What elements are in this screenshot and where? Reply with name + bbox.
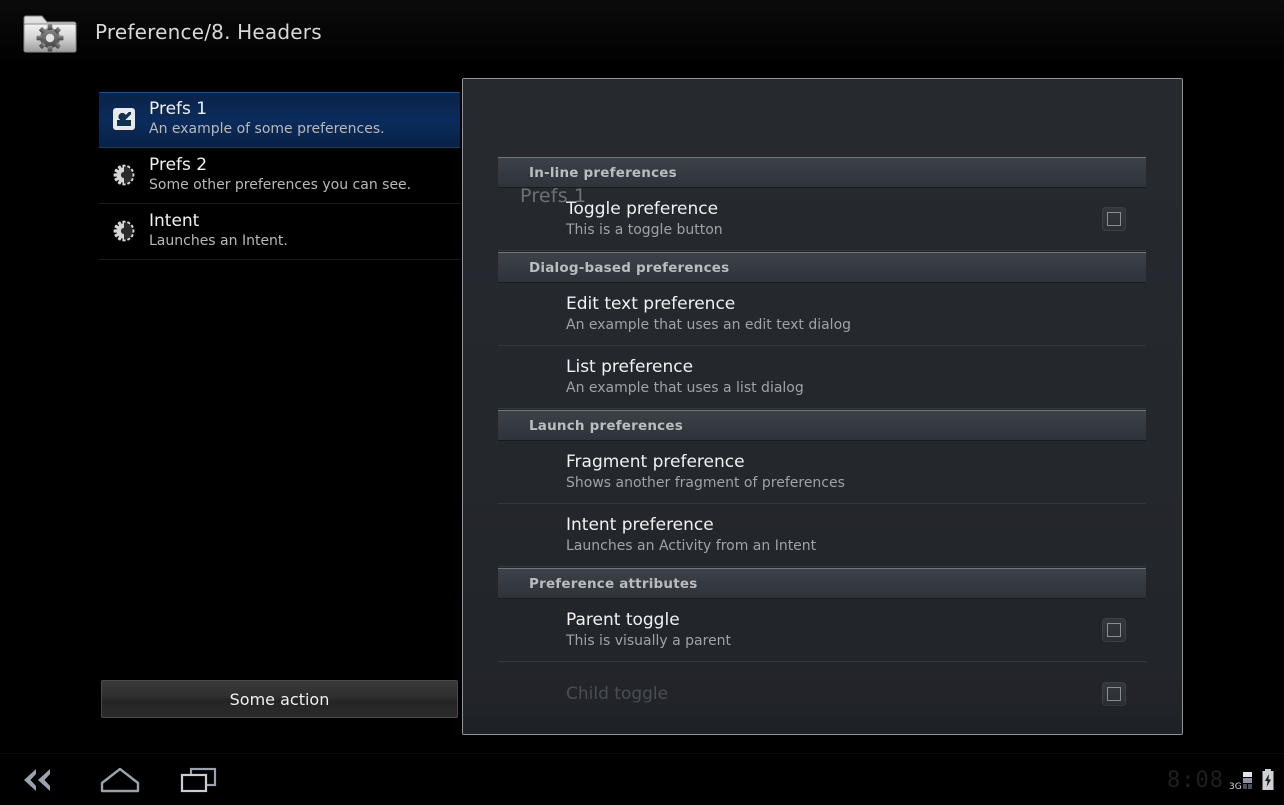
folder-gear-icon — [22, 8, 78, 56]
header-item-prefs-1[interactable]: Prefs 1 An example of some preferences. — [99, 92, 460, 148]
preference-section-header: In-line preferences — [498, 157, 1146, 188]
preference-row-text: List preference An example that uses a li… — [566, 356, 1126, 398]
preference-checkbox[interactable] — [1102, 681, 1126, 706]
header-item-text: Prefs 2 Some other preferences you can se… — [147, 155, 411, 195]
system-navigation-bar: 8:08 3G — [0, 753, 1284, 805]
action-bar: Preference/8. Headers — [0, 0, 1284, 64]
android-preferences-icon — [101, 99, 147, 139]
preference-row-text: Intent preference Launches an Activity fr… — [566, 514, 1126, 556]
preference-dialog: Prefs 1 In-line preferences Toggle prefer… — [462, 78, 1183, 735]
header-item-text: Prefs 1 An example of some preferences. — [147, 99, 385, 139]
header-item-summary: An example of some preferences. — [149, 121, 385, 137]
preference-row[interactable]: Intent preference Launches an Activity fr… — [498, 504, 1146, 567]
home-icon[interactable] — [92, 763, 148, 797]
dialog-body: Prefs 1 In-line preferences Toggle prefer… — [463, 79, 1182, 734]
status-clock: 8:08 — [1167, 767, 1224, 793]
checkbox-inner-square — [1107, 686, 1121, 701]
preference-list[interactable]: In-line preferences Toggle preference This… — [498, 156, 1146, 734]
preference-section-label: Preference attributes — [529, 575, 698, 592]
preference-row-title: List preference — [566, 357, 694, 377]
preference-row-text: Fragment preference Shows another fragmen… — [566, 451, 1126, 493]
some-action-button[interactable]: Some action — [101, 680, 458, 718]
header-item-text: Intent Launches an Intent. — [147, 211, 288, 251]
page-title: Preference/8. Headers — [95, 20, 322, 44]
preference-section-label: Dialog-based preferences — [529, 259, 730, 276]
android-tablet-screen: Preference/8. Headers Prefs 1 An example … — [0, 0, 1284, 805]
preference-checkbox[interactable] — [1102, 618, 1126, 642]
preference-row-title: Intent preference — [566, 515, 714, 535]
preference-row-summary: This is a toggle button — [566, 222, 723, 238]
preference-checkbox[interactable] — [1102, 207, 1126, 231]
preference-section-header: Dialog-based preferences — [498, 252, 1146, 283]
battery-charging-icon — [1262, 769, 1274, 790]
preference-row[interactable]: Parent toggle This is visually a parent — [498, 599, 1146, 662]
header-item-title: Prefs 1 — [149, 99, 208, 119]
preference-row-title: Child toggle — [566, 683, 669, 704]
preference-row-title: Edit text preference — [566, 294, 736, 314]
header-item-summary: Some other preferences you can see. — [149, 177, 412, 193]
signal-bars-icon: 3G — [1229, 772, 1252, 792]
preference-section-label: Launch preferences — [529, 417, 683, 434]
preference-row-text: Edit text preference An example that uses… — [566, 293, 1126, 335]
preference-row-summary: An example that uses an edit text dialog — [566, 317, 852, 333]
header-item-summary: Launches an Intent. — [149, 233, 288, 249]
svg-text:3G: 3G — [1229, 782, 1242, 792]
preference-row[interactable]: Child toggle — [498, 662, 1146, 725]
preference-row[interactable]: List preference An example that uses a li… — [498, 346, 1146, 409]
preference-row-summary: Shows another fragment of preferences — [566, 475, 845, 491]
header-item-title: Intent — [149, 211, 200, 231]
preference-section-header: Launch preferences — [498, 410, 1146, 441]
preference-row-title: Parent toggle — [566, 610, 680, 630]
preference-row[interactable]: Toggle preference This is a toggle button — [498, 188, 1146, 251]
preference-row[interactable]: Fragment preference Shows another fragmen… — [498, 441, 1146, 504]
preference-row[interactable]: Edit text preference An example that uses… — [498, 283, 1146, 346]
preference-row-summary: This is visually a parent — [566, 633, 732, 649]
headers-list: Prefs 1 An example of some preferences. Pr… — [99, 92, 460, 260]
gear-icon — [101, 155, 147, 195]
preference-section-label: In-line preferences — [529, 164, 677, 181]
preference-row-title: Toggle preference — [566, 199, 719, 219]
preference-row-text: Parent toggle This is visually a parent — [566, 609, 1102, 651]
header-item-title: Prefs 2 — [149, 155, 208, 175]
recent-apps-icon[interactable] — [171, 763, 227, 797]
status-cluster[interactable]: 8:08 3G — [1167, 764, 1276, 796]
gear-icon — [101, 211, 147, 251]
back-icon[interactable] — [12, 763, 68, 797]
header-item-prefs-2[interactable]: Prefs 2 Some other preferences you can se… — [99, 148, 460, 204]
preference-row-summary: An example that uses a list dialog — [566, 380, 804, 396]
checkbox-inner-square — [1107, 623, 1121, 637]
preference-row-summary: Launches an Activity from an Intent — [566, 538, 817, 554]
preference-section-header: Preference attributes — [498, 568, 1146, 599]
preference-row-text: Toggle preference This is a toggle button — [566, 198, 1102, 240]
checkbox-inner-square — [1107, 212, 1121, 226]
preference-row-title: Fragment preference — [566, 452, 745, 472]
preference-row-text: Child toggle — [566, 683, 1102, 705]
header-item-intent[interactable]: Intent Launches an Intent. — [99, 204, 460, 260]
